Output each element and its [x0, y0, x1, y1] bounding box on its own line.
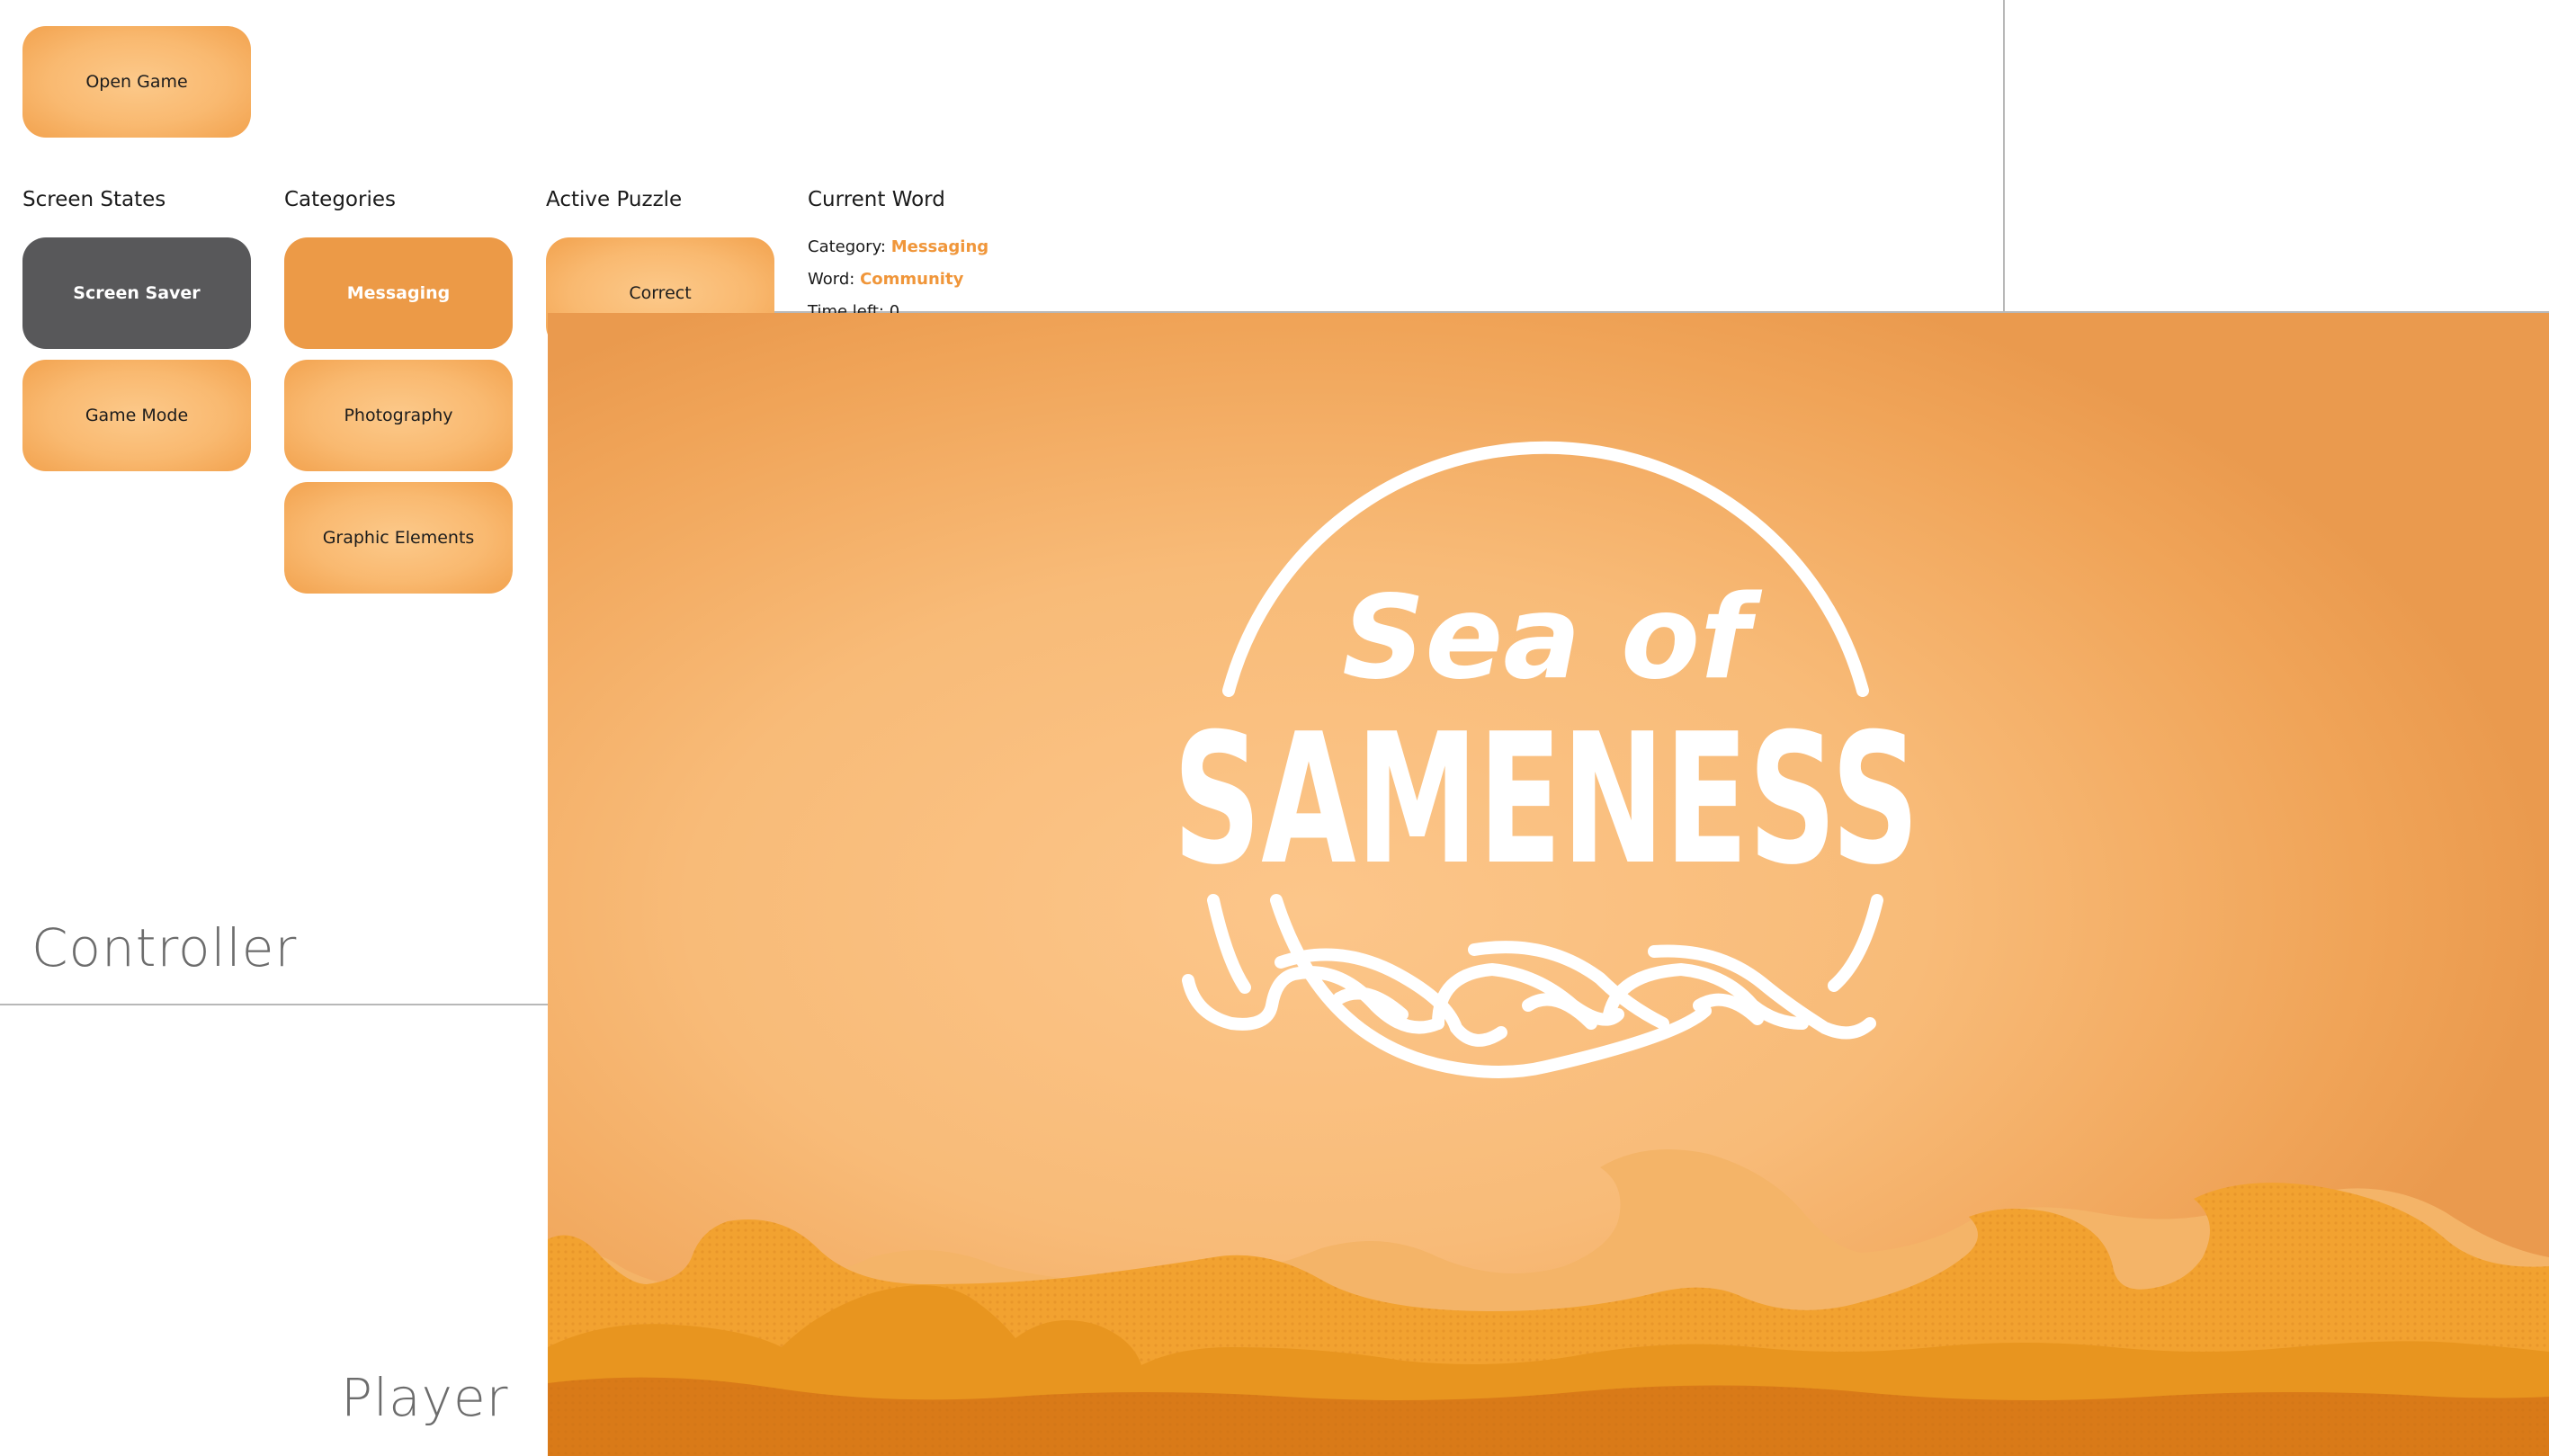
logo-lower-arc	[1270, 894, 1712, 1078]
logo-line2: SAMENESS	[1173, 695, 1919, 905]
screen-states-heading: Screen States	[22, 188, 166, 211]
current-category-line: Category: Messaging	[808, 237, 988, 256]
divider-vertical	[2003, 0, 2005, 313]
game-mode-button[interactable]: Game Mode	[22, 360, 251, 471]
app-canvas: Open Game Screen States Categories Activ…	[0, 0, 2549, 1456]
player-section-label: Player	[341, 1367, 509, 1428]
game-artwork: Sea of SAMENESS	[548, 441, 2549, 1456]
current-word-line: Word: Community	[808, 270, 963, 289]
player-game-screen: Sea of SAMENESS	[548, 313, 2549, 1456]
category-messaging-button[interactable]: Messaging	[284, 237, 513, 349]
category-graphic-elements-button[interactable]: Graphic Elements	[284, 482, 513, 594]
categories-heading: Categories	[284, 188, 396, 211]
current-word-value: Community	[860, 270, 964, 289]
logo-line1: Sea of	[1342, 571, 1763, 705]
divider-controller-player	[0, 1004, 548, 1005]
active-puzzle-heading: Active Puzzle	[546, 188, 683, 211]
screen-saver-button[interactable]: Screen Saver	[22, 237, 251, 349]
controller-section-label: Controller	[31, 917, 298, 978]
current-word-heading: Current Word	[808, 188, 945, 211]
open-game-button[interactable]: Open Game	[22, 26, 251, 138]
category-photography-button[interactable]: Photography	[284, 360, 513, 471]
current-category-label: Category:	[808, 237, 886, 256]
current-category-value: Messaging	[890, 237, 989, 256]
current-word-label: Word:	[808, 270, 855, 289]
